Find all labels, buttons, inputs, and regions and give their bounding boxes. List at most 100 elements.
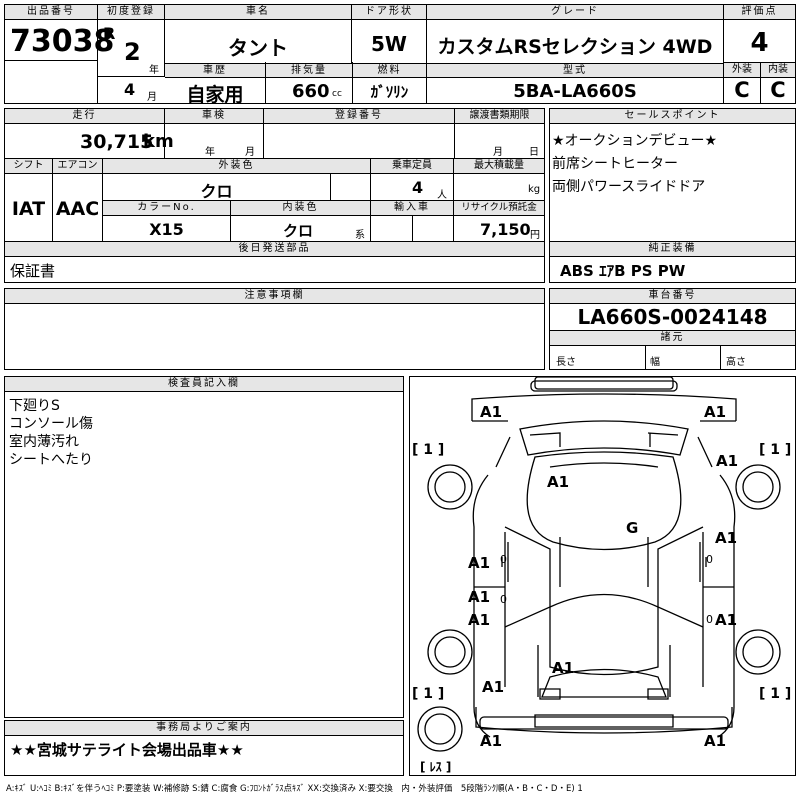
exterior-grade-label: 外装	[724, 63, 760, 78]
history: 自家用	[186, 84, 244, 106]
damage-mark: A1	[468, 611, 490, 629]
door-type: 5W	[371, 32, 407, 56]
tire-rating: [ 1 ]	[759, 686, 791, 702]
sales-point-line: 前席シートヒーター	[552, 156, 678, 172]
era: R	[103, 24, 116, 43]
max-load-unit: kg	[528, 184, 541, 195]
model-label: 型式	[427, 63, 723, 78]
sales-point-label: セールスポイント	[550, 109, 795, 124]
damage-diagram: A1 A1 A1 A1 G A1 A1 A1 A1 A1 A1 A1 A1 A1…	[409, 376, 796, 776]
legend: A:ｷｽﾞ U:ﾍｺﾐ B:ｷｽﾞを伴うﾍｺﾐ P:要塗装 W:補修跡 S:錆 …	[6, 784, 583, 794]
history-label: 車歴	[165, 63, 265, 78]
car-name-label: 車名	[165, 5, 351, 20]
mileage-label: 走行	[5, 109, 164, 124]
inspector-label: 検査員記入欄	[5, 377, 403, 392]
inspector-line: シートへたり	[9, 452, 93, 468]
height-label: 高さ	[726, 357, 746, 368]
inspection-year-unit: 年	[205, 147, 215, 158]
interior-color: クロ	[283, 222, 314, 240]
tire-rating: [ 1 ]	[412, 442, 444, 458]
grade-label: グレード	[427, 5, 723, 20]
door-type-label: ドア形状	[352, 5, 426, 20]
tire-rating: [ 1 ]	[759, 442, 791, 458]
max-load-label: 最大積載量	[454, 159, 544, 174]
displacement-label: 排気量	[266, 63, 352, 78]
inspection-label: 車検	[165, 109, 263, 124]
damage-mark: A1	[480, 403, 502, 421]
recycle-fee-label: リサイクル預託金	[454, 201, 544, 216]
aircon: AAC	[55, 198, 100, 220]
seating-unit: 人	[437, 190, 447, 201]
seating: 4	[412, 178, 424, 197]
document-deadline-label: 譲渡書類期限	[455, 109, 544, 124]
lot-number: 73038	[10, 24, 115, 59]
damage-mark: G	[626, 519, 638, 537]
equipment: ABS ｴｱB PS PW	[560, 262, 686, 280]
damage-mark: A1	[715, 529, 737, 547]
office-notice: ★★宮城サテライト会場出品車★★	[10, 741, 244, 759]
sales-point-line: 両側パワースライドドア	[552, 179, 706, 195]
import-label: 輸入車	[371, 201, 453, 216]
svg-text:0: 0	[706, 613, 713, 626]
damage-mark: A1	[468, 554, 490, 572]
score-label: 評価点	[724, 5, 795, 20]
seating-label: 乗車定員	[371, 159, 453, 174]
reg-month-unit: 月	[147, 92, 157, 103]
recycle-fee-unit: 円	[530, 230, 540, 241]
svg-text:0: 0	[706, 553, 713, 566]
exterior-color-label: 外装色	[103, 159, 370, 174]
lot-number-label: 出品番号	[5, 5, 97, 20]
damage-mark: A1	[715, 611, 737, 629]
inspector-line: 室内薄汚れ	[9, 434, 79, 450]
color-number-label: カラーNo.	[103, 201, 230, 216]
car-name: タント	[228, 36, 288, 60]
office-label: 事務局よりご案内	[5, 721, 403, 736]
shift: IAT	[11, 198, 46, 220]
reg-month: 4	[124, 80, 136, 99]
interior-color-unit: 系	[355, 230, 365, 241]
width-label: 幅	[650, 357, 660, 368]
damage-mark: A1	[547, 473, 569, 491]
inspector-line: 下廻りS	[9, 398, 60, 414]
svg-text:0: 0	[500, 553, 507, 566]
interior-color-label: 内装色	[231, 201, 370, 216]
color-number: X15	[149, 220, 184, 239]
chassis-number-label: 車台番号	[550, 289, 795, 304]
grade: カスタムRSセレクション 4WD	[437, 36, 713, 58]
displacement: 660	[292, 81, 330, 102]
damage-mark: A1	[552, 659, 574, 677]
reg-year: 2	[124, 38, 141, 66]
reg-year-unit: 年	[149, 65, 159, 76]
aircon-label: エアコン	[53, 159, 102, 174]
mileage-unit: km	[143, 131, 174, 152]
chassis-number: LA660S-0024148	[577, 305, 768, 329]
damage-mark: A1	[704, 732, 726, 750]
score: 4	[750, 28, 769, 58]
damage-mark: A1	[704, 403, 726, 421]
inspector-line: コンソール傷	[9, 416, 93, 432]
shift-label: シフト	[5, 159, 52, 174]
damage-mark: A1	[480, 732, 502, 750]
later-parts-label: 後日発送部品	[5, 242, 544, 257]
fuel: ｶﾞｿﾘﾝ	[370, 83, 409, 101]
spare-tire: [ ﾚｽ ]	[420, 760, 451, 774]
displacement-unit: cc	[332, 89, 342, 99]
first-registration-label: 初度登録	[98, 5, 164, 20]
specs-label: 諸元	[550, 331, 795, 346]
car-diagram-svg: A1 A1 A1 A1 G A1 A1 A1 A1 A1 A1 A1 A1 A1…	[412, 377, 791, 774]
equipment-label: 純正装備	[550, 242, 795, 257]
later-parts: 保証書	[10, 262, 56, 280]
damage-mark: A1	[468, 588, 490, 606]
model-code: 5BA-LA660S	[513, 81, 637, 102]
registration-number-label: 登録番号	[264, 109, 454, 124]
damage-mark: A1	[482, 678, 504, 696]
interior-grade-label: 内装	[761, 63, 795, 78]
notes-label: 注意事項欄	[5, 289, 544, 304]
deadline-month-unit: 月	[493, 147, 503, 158]
tire-rating: [ 1 ]	[412, 686, 444, 702]
exterior-grade: C	[734, 78, 750, 102]
length-label: 長さ	[556, 357, 576, 368]
damage-mark: A1	[716, 452, 738, 470]
inspection-month-unit: 月	[245, 147, 255, 158]
recycle-fee: 7,150	[480, 220, 531, 239]
